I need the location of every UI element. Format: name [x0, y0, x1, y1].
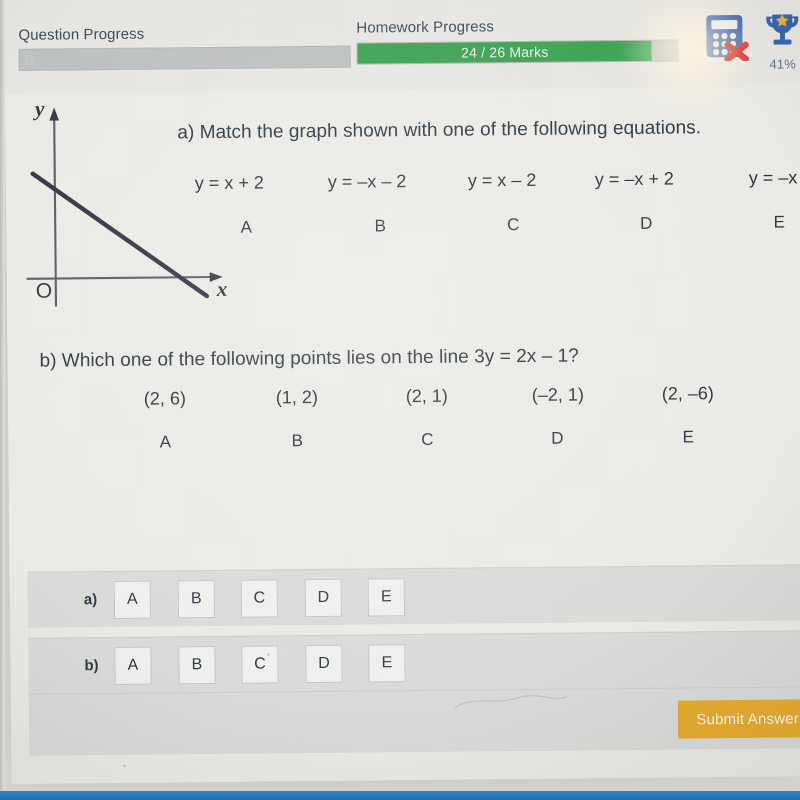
part-a-label-b: B — [374, 216, 387, 236]
answer-row-b-label: b) — [84, 657, 99, 675]
part-a-label-d: D — [639, 213, 653, 233]
part-b-label-c: C — [421, 429, 434, 450]
homework-progress-value: 24 / 26 Marks — [460, 43, 549, 61]
homework-progress-label: Homework Progress — [356, 18, 494, 37]
question-progress-value: 0 — [25, 51, 34, 68]
question-progress-bar: 0 — [18, 45, 351, 71]
homework-progress-bar: 24 / 26 Marks — [356, 39, 679, 65]
part-a-label-c: C — [507, 215, 520, 235]
screen-left-edge — [0, 0, 5, 800]
part-b-option-e-point: (2, –6) — [661, 383, 714, 404]
answer-b-choice-e[interactable]: E — [368, 644, 406, 683]
submit-bar: Submit Answer — [28, 686, 800, 756]
part-b-option-a-point: (2, 6) — [143, 388, 186, 409]
answer-b-choice-d[interactable]: D — [305, 644, 343, 684]
answer-a-choice-e[interactable]: E — [367, 578, 405, 617]
app-screen: Question Progress 0 Homework Progress 24… — [4, 0, 800, 784]
part-a-option-c-equation: y = x – 2 — [467, 169, 537, 191]
part-a-option-b-equation: y = –x – 2 — [327, 171, 407, 192]
answer-a-choice-c[interactable]: C — [240, 579, 278, 618]
question-progress-label: Question Progress — [18, 25, 145, 44]
answer-b-choice-a[interactable]: A — [114, 646, 152, 685]
part-a-option-d-equation: y = –x + 2 — [594, 168, 674, 190]
part-b-label-b: B — [291, 431, 304, 451]
part-b-option-d-point: (–2, 1) — [531, 384, 584, 405]
answer-row-a-label: a) — [83, 591, 98, 609]
part-b-option-b-point: (1, 2) — [275, 387, 318, 408]
part-b-label-a: A — [159, 432, 172, 452]
coordinate-graph: y x O — [26, 100, 228, 307]
x-axis-label: x — [216, 277, 228, 301]
part-a-label-e: E — [773, 212, 785, 232]
answer-a-choice-d[interactable]: D — [304, 578, 342, 618]
calculator-not-allowed-icon — [704, 13, 750, 63]
answer-a-choice-b[interactable]: B — [177, 580, 215, 619]
trophy-progress: 41% — [760, 10, 800, 72]
trophy-icon — [766, 14, 799, 45]
homework-progress-fill: 24 / 26 Marks — [357, 40, 653, 64]
part-b-label-e: E — [682, 427, 695, 447]
answer-b-choice-b[interactable]: B — [178, 646, 216, 685]
submit-answer-button[interactable]: Submit Answer — [678, 699, 800, 739]
answer-a-choice-a[interactable]: A — [113, 580, 152, 619]
part-b-option-c-point: (2, 1) — [405, 385, 448, 407]
part-a-prompt: a) Match the graph shown with one of the… — [177, 117, 702, 144]
part-a-option-e-equation: y = –x — [748, 167, 798, 188]
part-b-label-d: D — [551, 428, 564, 448]
origin-label: O — [36, 280, 53, 303]
part-b-prompt: b) Which one of the following points lie… — [39, 345, 579, 372]
progress-header: Question Progress 0 Homework Progress 24… — [4, 0, 800, 94]
photo-of-screen: Question Progress 0 Homework Progress 24… — [0, 0, 800, 800]
y-axis-label: y — [32, 100, 45, 121]
bottom-blue-bar — [0, 791, 800, 800]
trophy-percent-label: 41% — [769, 56, 797, 72]
answer-row-b: b) A B C D E — [28, 630, 800, 694]
answer-b-choice-c[interactable]: C — [241, 645, 279, 684]
answer-row-a: a) A B C D E — [27, 564, 800, 628]
